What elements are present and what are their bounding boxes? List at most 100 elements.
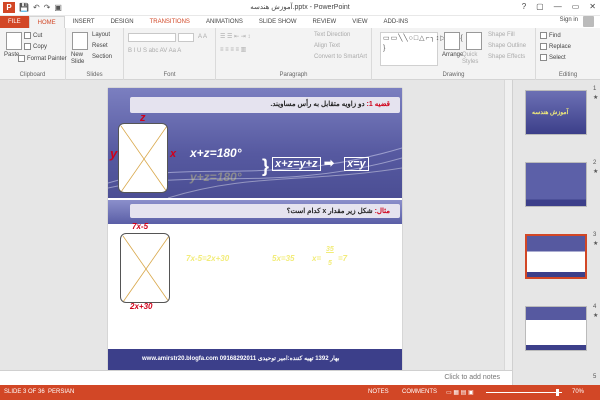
scissors-icon	[24, 32, 31, 39]
tab-view[interactable]: VIEW	[344, 16, 375, 28]
zoom-slider[interactable]	[486, 392, 562, 393]
align-buttons[interactable]: ≡ ≡ ≡ ≡ ▥	[220, 46, 246, 53]
paste-icon[interactable]	[6, 32, 22, 50]
solution-step-3[interactable]: x=	[312, 254, 321, 263]
angle-label-2x-30: 2x+30	[130, 302, 153, 311]
language-indicator[interactable]: PERSIAN	[48, 389, 74, 395]
paragraph-group: ☰ ☰ ⇤ ⇥ ↕ ≡ ≡ ≡ ≡ ▥ Text Direction Align…	[216, 28, 372, 80]
tab-add-ins[interactable]: ADD-INS	[376, 16, 417, 28]
tab-home[interactable]: HOME	[28, 16, 65, 28]
ribbon-display-icon[interactable]: ▢	[536, 2, 544, 11]
zoom-slider-thumb[interactable]	[556, 389, 559, 396]
shapes-gallery[interactable]: ▭▭╲╲○□△⌐╮↕▷◁☆{ }	[380, 32, 463, 66]
layout-button[interactable]: Layout	[92, 32, 110, 38]
tab-transitions[interactable]: TRANSITIONS	[142, 16, 198, 28]
minimize-icon[interactable]: —	[554, 2, 562, 11]
arrange-button[interactable]: Arrange	[442, 52, 463, 58]
text-direction-button[interactable]: Text Direction	[314, 32, 350, 38]
current-slide[interactable]: قضیه 1: دو زاویه متقابل به رأس مساویند. …	[108, 88, 402, 370]
tab-animations[interactable]: ANIMATIONS	[198, 16, 251, 28]
tab-design[interactable]: DESIGN	[103, 16, 142, 28]
tab-slide-show[interactable]: SLIDE SHOW	[251, 16, 305, 28]
equation-y-plus-z[interactable]: y+z=180°	[190, 170, 242, 184]
title-bar: P 💾 ↶ ↷ ▣ آموزش هندسه.pptx - PowerPoint …	[0, 0, 600, 16]
find-button[interactable]: Find	[540, 32, 561, 39]
tab-file[interactable]: FILE	[0, 16, 29, 28]
solution-step-1[interactable]: 7x-5=2x+30	[186, 254, 229, 263]
theorem-title[interactable]: قضیه 1: دو زاویه متقابل به رأس مساویند.	[270, 100, 390, 108]
avatar[interactable]	[583, 16, 594, 27]
shape-outline-button[interactable]: Shape Outline	[488, 43, 526, 49]
shape-fill-button[interactable]: Shape Fill	[488, 32, 515, 38]
font-size-combo[interactable]	[178, 33, 194, 42]
crossing-lines-icon	[120, 125, 167, 192]
format-painter-button[interactable]: Format Painter	[18, 55, 67, 62]
window-controls: ? ▢ — ▭ ✕	[522, 2, 596, 11]
slide-editing-area[interactable]: قضیه 1: دو زاویه متقابل به رأس مساویند. …	[0, 80, 512, 370]
fraction-denominator: 5	[328, 260, 332, 267]
thumbnail-slide-1[interactable]: آموزش هندسه	[525, 90, 587, 135]
editing-group: Find Replace Select Editing	[536, 28, 600, 80]
slide-scrollbar[interactable]	[504, 80, 512, 370]
section-button[interactable]: Section	[92, 54, 112, 60]
comments-toggle[interactable]: COMMENTS	[402, 389, 437, 395]
convert-smartart-button[interactable]: Convert to SmartArt	[314, 54, 367, 60]
thumbnail-slide-2[interactable]	[525, 162, 587, 207]
new-slide-button[interactable]: New Slide	[71, 52, 91, 66]
sign-in-link[interactable]: Sign in	[560, 17, 578, 23]
clipboard-group-label: Clipboard	[19, 72, 46, 78]
shape-effects-button[interactable]: Shape Effects	[488, 54, 525, 60]
angle-label-x: x	[170, 148, 177, 160]
zoom-level[interactable]: 70%	[572, 389, 584, 395]
clipboard-group: Paste Cut Copy Format Painter Clipboard	[0, 28, 67, 80]
font-name-combo[interactable]	[128, 33, 176, 42]
maximize-icon[interactable]: ▭	[572, 2, 580, 11]
tab-insert[interactable]: INSERT	[65, 16, 103, 28]
fraction-numerator: 35	[326, 246, 334, 253]
thumb-star-3: ★	[593, 241, 599, 247]
footer-text: www.amirstr20.blogfa.com 09168292011 بها…	[142, 356, 340, 362]
tab-review[interactable]: REVIEW	[305, 16, 345, 28]
ribbon-tabs: FILE HOME INSERT DESIGN TRANSITIONS ANIM…	[0, 16, 600, 28]
font-format-buttons[interactable]: B I U S abc AV Aa A	[128, 48, 181, 54]
notes-placeholder[interactable]: Click to add notes	[444, 374, 500, 381]
thumbnail-slide-3[interactable]	[525, 234, 587, 279]
arrange-icon[interactable]	[444, 32, 460, 50]
thumbnail-slide-4[interactable]	[525, 306, 587, 351]
select-button[interactable]: Select	[540, 54, 566, 61]
quick-styles-icon[interactable]	[466, 32, 482, 50]
crossing-lines-icon-2	[122, 235, 169, 302]
cut-button[interactable]: Cut	[24, 32, 42, 39]
view-buttons[interactable]: ▭ ▦ ▤ ▣	[446, 389, 474, 396]
help-icon[interactable]: ?	[522, 2, 526, 11]
close-icon[interactable]: ✕	[589, 2, 596, 11]
example-figure[interactable]	[120, 233, 170, 303]
list-buttons[interactable]: ☰ ☰ ⇤ ⇥ ↕	[220, 33, 250, 40]
angle-label-7x-5: 7x-5	[132, 222, 149, 231]
equation-result[interactable]: x=y	[344, 157, 369, 171]
notes-pane[interactable]: Click to add notes	[0, 370, 512, 385]
replace-button[interactable]: Replace	[540, 43, 571, 50]
thumb-number-4: 4	[593, 304, 597, 310]
quick-styles-button[interactable]: Quick Styles	[462, 52, 484, 66]
select-icon	[540, 54, 547, 61]
grow-font-icon[interactable]: A A	[198, 34, 207, 40]
new-slide-icon[interactable]	[72, 32, 88, 50]
copy-button[interactable]: Copy	[24, 43, 47, 50]
replace-icon	[540, 43, 547, 50]
example-title[interactable]: مثال: شکل زیر مقدار x کدام است؟	[287, 207, 390, 215]
vertical-angles-figure[interactable]	[118, 123, 168, 193]
equation-combined[interactable]: x+z=y+z	[272, 157, 321, 171]
thumb-number-3: 3	[593, 232, 597, 238]
drawing-group-label: Drawing	[442, 72, 465, 78]
font-group: A A B I U S abc AV Aa A Font	[124, 28, 216, 80]
equation-x-plus-z[interactable]: x+z=180°	[190, 146, 242, 160]
reset-button[interactable]: Reset	[92, 43, 108, 49]
align-text-button[interactable]: Align Text	[314, 43, 340, 49]
editing-group-label: Editing	[558, 72, 578, 78]
notes-toggle[interactable]: NOTES	[368, 389, 389, 395]
solution-final[interactable]: =7	[338, 254, 347, 263]
brace-icon: }	[262, 156, 270, 176]
solution-step-2[interactable]: 5x=35	[272, 254, 294, 263]
angle-label-y: y	[110, 146, 118, 161]
